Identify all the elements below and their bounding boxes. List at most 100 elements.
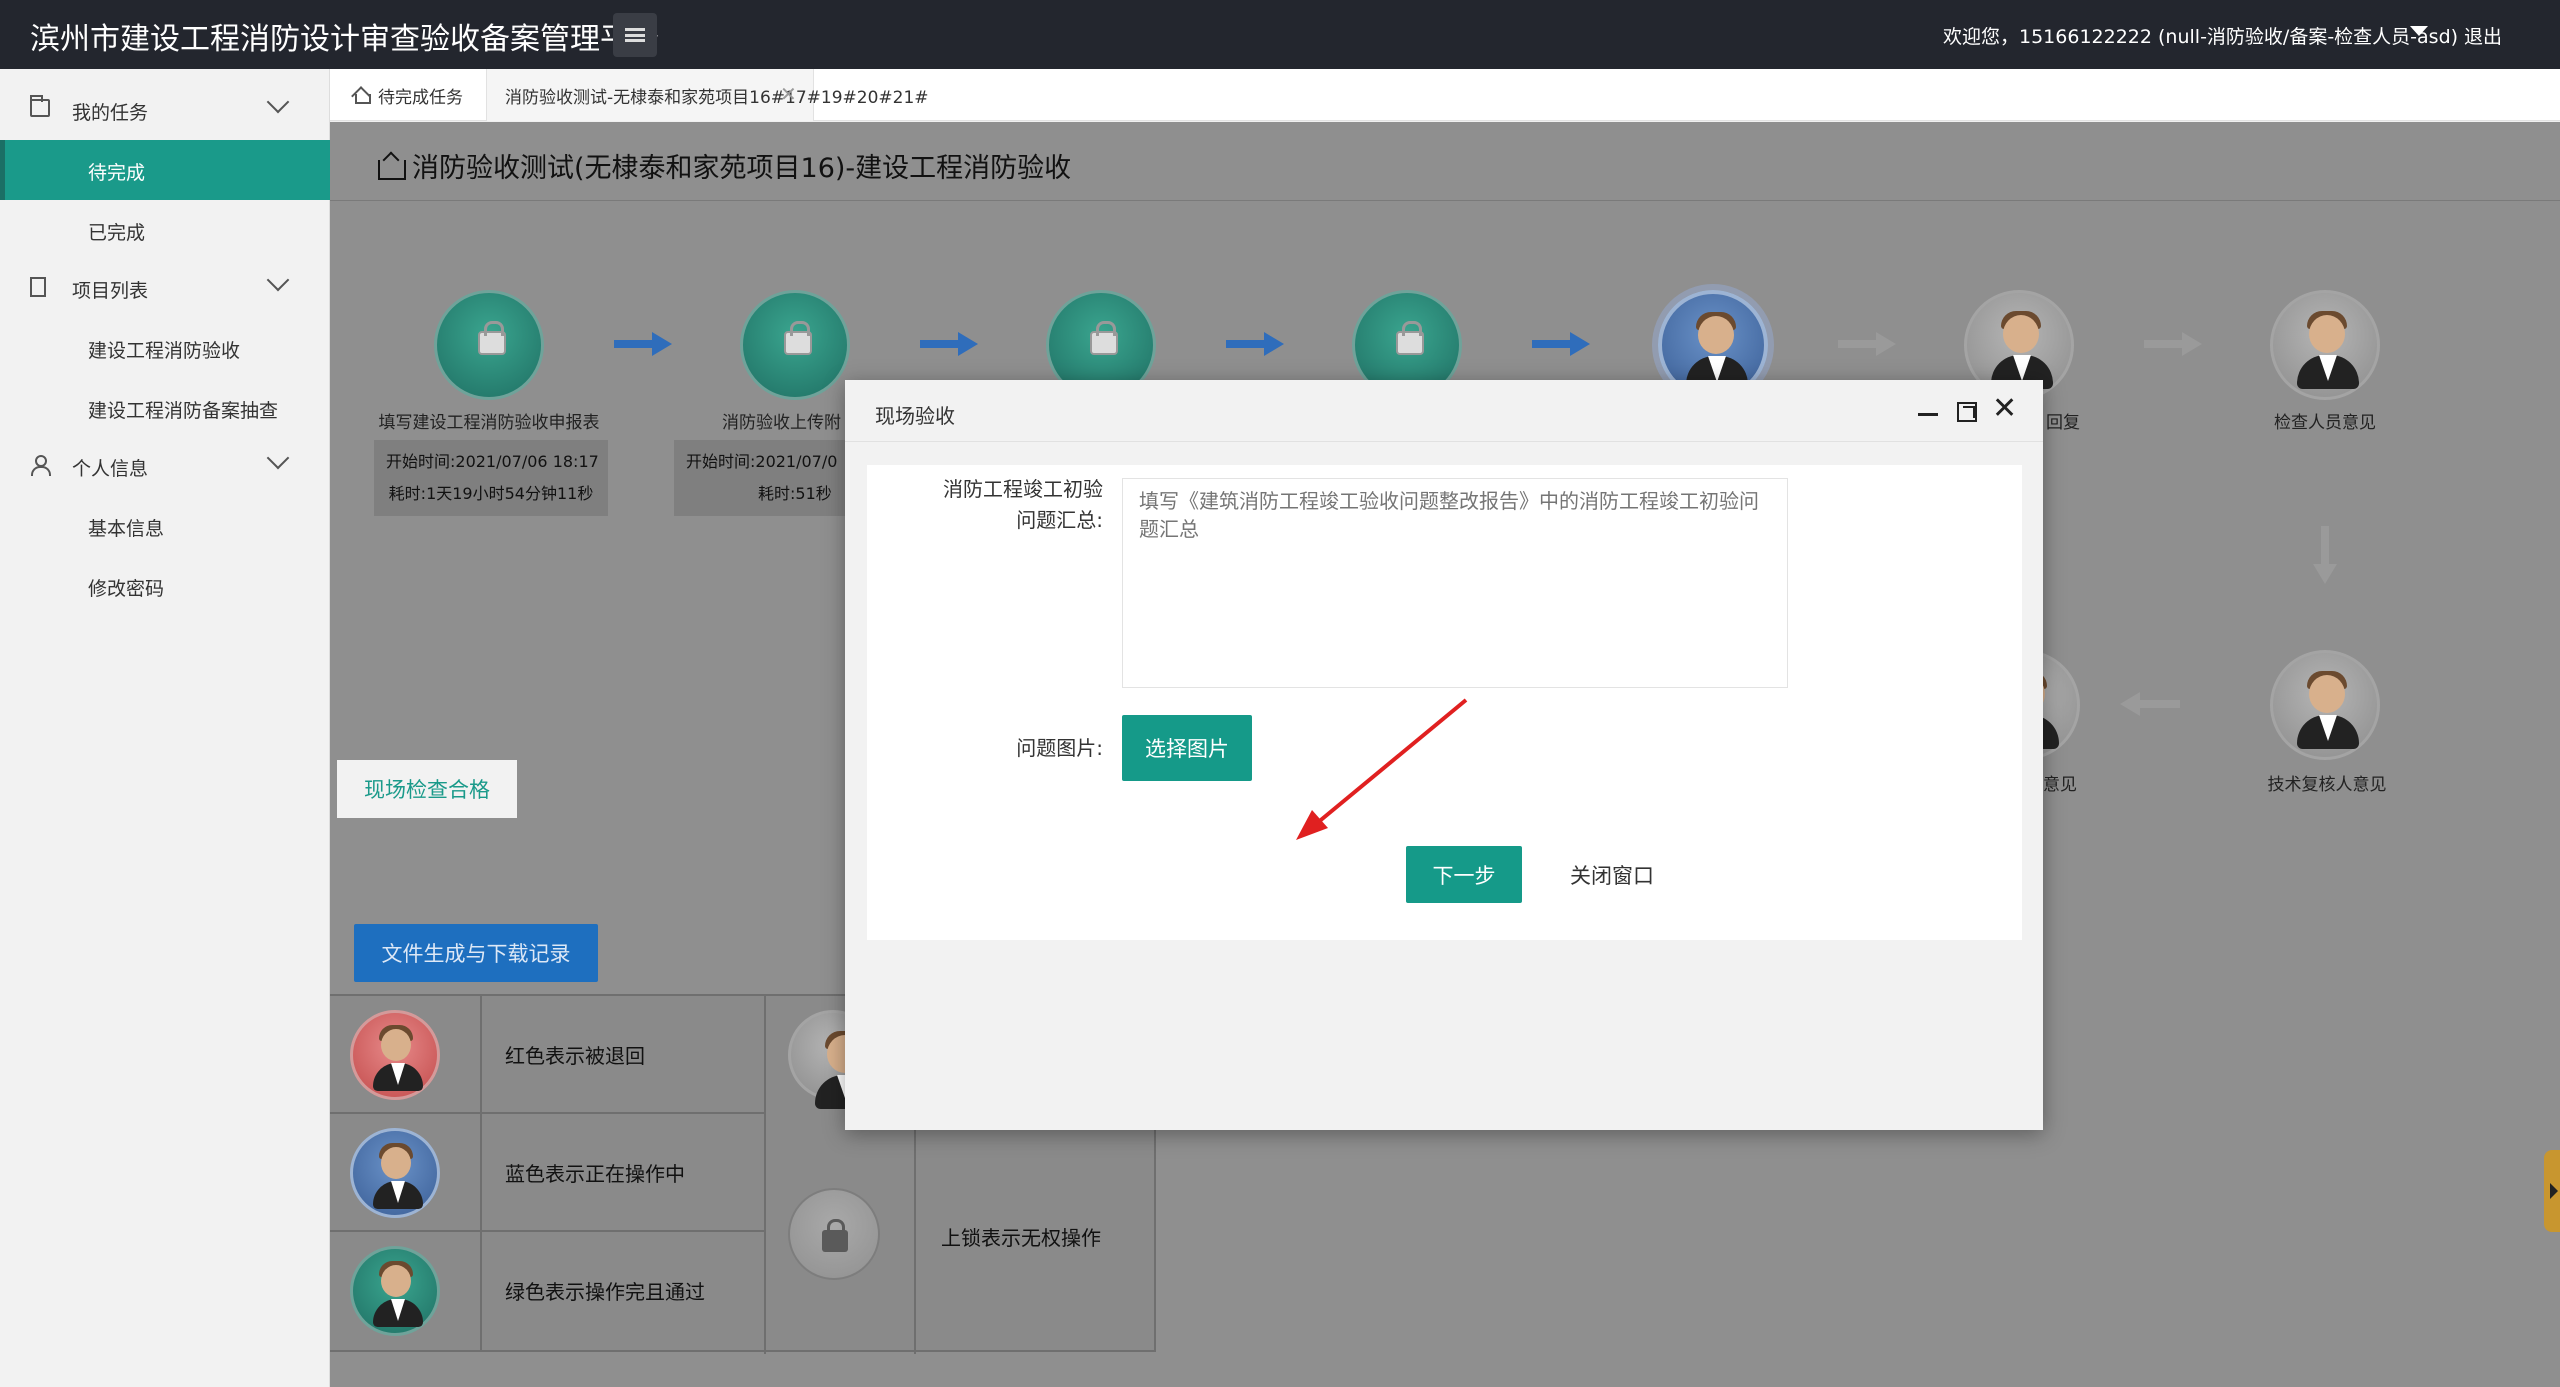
workflow-node-label: 检查人员意见 (2274, 413, 2376, 433)
building-icon (376, 154, 406, 180)
legend-row-green: 绿色表示操作完且通过 (330, 1232, 764, 1350)
sidebar-item-pending[interactable]: 待完成 (0, 140, 330, 200)
user-greeting[interactable]: 欢迎您，15166122222 (null-消防验收/备案-检查人员-asd) (1943, 22, 2458, 49)
document-icon (30, 277, 46, 297)
chevron-down-icon (266, 446, 290, 470)
inspection-modal: 现场验收 ✕ 消防工程竣工初验 问题汇总: 问题图片: 选择图片 (845, 380, 2043, 1130)
arrow-right-icon (1226, 332, 1286, 356)
sidebar-item-label: 建设工程消防备案抽查 (88, 400, 279, 422)
blue-avatar-icon (350, 1128, 440, 1218)
arrow-right-icon (1838, 332, 1898, 356)
lock-icon (1090, 321, 1118, 355)
workflow-node-apply[interactable] (434, 290, 544, 400)
legend-text: 上锁表示无权操作 (941, 1226, 1101, 1250)
close-window-button[interactable]: 关闭窗口 (1570, 860, 1654, 890)
next-step-button[interactable]: 下一步 (1406, 846, 1522, 903)
lock-icon (822, 1219, 848, 1252)
sidebar-item-fire-record-check[interactable]: 建设工程消防备案抽查 (0, 378, 330, 438)
issue-summary-textarea[interactable] (1122, 478, 1788, 688)
workflow-node-label: 填写建设工程消防验收申报表 (378, 413, 600, 433)
tab-label: 消防验收测试-无棣泰和家苑项目16#17#19#20#21# (505, 88, 929, 108)
close-icon[interactable]: ✕ (1992, 394, 2017, 424)
images-label: 问题图片: (1016, 736, 1103, 760)
red-avatar-icon (350, 1010, 440, 1100)
top-navbar: 滨州市建设工程消防设计审查验收备案管理平台 欢迎您，15166122222 (n… (0, 0, 2560, 69)
workflow-node-tech-review[interactable] (2270, 650, 2380, 760)
side-panel-handle[interactable] (2544, 1150, 2560, 1232)
legend-icon-cell (330, 996, 482, 1114)
legend-icon-cell (330, 1114, 482, 1232)
avatar-face (381, 1147, 411, 1179)
summary-label-line: 消防工程竣工初验 (943, 477, 1103, 501)
tab-project-detail[interactable]: 消防验收测试-无棣泰和家苑项目16#17#19#20#21# ✕ (486, 69, 929, 121)
elapsed-time: 耗时:1天19小时54分钟11秒 (388, 484, 594, 503)
sidebar-item-label: 建设工程消防验收 (88, 340, 241, 362)
legend-text: 绿色表示操作完且通过 (505, 1280, 705, 1304)
legend-text: 蓝色表示正在操作中 (505, 1162, 685, 1186)
workflow-node-inspector-opinion[interactable] (2270, 290, 2380, 400)
modal-header: 现场验收 ✕ (845, 380, 2043, 442)
legend-row-red: 红色表示被退回 (330, 996, 764, 1114)
close-tab-icon[interactable]: ✕ (780, 82, 797, 106)
workflow-node-label: 消防验收上传附 (722, 413, 841, 433)
arrow-left-icon (2120, 692, 2180, 716)
elapsed-time: 耗时:51秒 (758, 484, 832, 503)
sidebar-group-label: 个人信息 (72, 458, 149, 480)
sidebar-group-projects[interactable]: 项目列表 (0, 258, 330, 318)
locked-node-icon (788, 1188, 880, 1280)
sidebar-group-label: 我的任务 (72, 102, 149, 124)
hamburger-icon (625, 28, 645, 42)
arrow-right-icon (1532, 332, 1592, 356)
start-time: 开始时间:2021/07/06 18:17 (386, 452, 599, 471)
chevron-down-icon (266, 90, 290, 114)
page-title-text: 消防验收测试(无棣泰和家苑项目16)-建设工程消防验收 (412, 153, 1072, 184)
arrow-down-icon (2313, 526, 2337, 586)
menu-toggle-button[interactable] (613, 13, 657, 57)
legend-icon-cell (766, 1114, 916, 1354)
sidebar-group-label: 项目列表 (72, 280, 149, 302)
arrow-right-icon (920, 332, 980, 356)
sidebar-item-label: 待完成 (88, 162, 146, 184)
user-icon (30, 455, 51, 476)
sidebar-item-label: 已完成 (88, 222, 146, 244)
lock-icon (784, 321, 812, 355)
home-icon (352, 86, 371, 104)
sidebar: 我的任务 待完成 已完成 项目列表 建设工程消防验收 建设工程消防备案抽查 个人… (0, 69, 330, 1387)
caret-down-icon[interactable] (2410, 26, 2428, 36)
doc-records-button[interactable]: 文件生成与下载记录 (354, 924, 598, 982)
avatar-face (2309, 315, 2345, 353)
minimize-icon[interactable] (1918, 413, 1938, 416)
inspection-pass-button[interactable]: 现场检查合格 (337, 760, 517, 818)
avatar-face (1698, 316, 1734, 354)
workflow-node-label: 技术复核人意见 (2267, 775, 2387, 795)
divider (330, 200, 2560, 201)
sidebar-group-my-tasks[interactable]: 我的任务 (0, 80, 330, 140)
select-image-button[interactable]: 选择图片 (1122, 715, 1252, 781)
folder-icon (30, 95, 50, 117)
sidebar-group-personal[interactable]: 个人信息 (0, 436, 330, 496)
lock-icon (478, 321, 506, 355)
tab-label: 待完成任务 (378, 88, 463, 108)
avatar-face (2003, 315, 2039, 353)
avatar-face (381, 1265, 411, 1297)
chevron-down-icon (266, 268, 290, 292)
workflow-node-upload[interactable] (740, 290, 850, 400)
sidebar-item-fire-acceptance[interactable]: 建设工程消防验收 (0, 318, 330, 378)
start-time: 开始时间:2021/07/0 (686, 452, 838, 471)
lock-icon (1396, 321, 1424, 355)
workflow-node-info: 开始时间:2021/07/0 耗时:51秒 (674, 440, 854, 516)
arrow-right-icon (614, 332, 674, 356)
maximize-icon[interactable] (1957, 402, 1977, 422)
sidebar-item-label: 修改密码 (88, 578, 165, 600)
workflow-node-label: 意见 (2043, 775, 2077, 795)
sidebar-item-label: 基本信息 (88, 518, 165, 540)
logout-link[interactable]: 退出 (2464, 22, 2502, 49)
sidebar-item-completed[interactable]: 已完成 (0, 200, 330, 260)
sidebar-item-change-password[interactable]: 修改密码 (0, 556, 330, 616)
avatar-face (2309, 675, 2345, 713)
workflow-node-info: 开始时间:2021/07/06 18:17 耗时:1天19小时54分钟11秒 (374, 440, 608, 516)
page-title: 消防验收测试(无棣泰和家苑项目16)-建设工程消防验收 (376, 146, 1071, 185)
summary-label-line: 问题汇总: (1016, 508, 1103, 532)
sidebar-item-basic-info[interactable]: 基本信息 (0, 496, 330, 556)
summary-label: 消防工程竣工初验 问题汇总: (907, 474, 1103, 536)
